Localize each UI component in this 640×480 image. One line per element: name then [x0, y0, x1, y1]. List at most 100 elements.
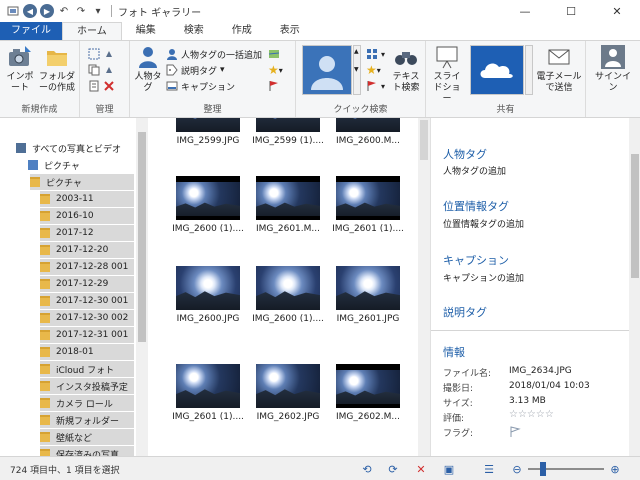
photo-thumbnail[interactable]	[336, 266, 400, 310]
tab-edit[interactable]: 編集	[122, 22, 170, 40]
batch-people-tag-button[interactable]: 人物タグの一括追加	[166, 47, 262, 61]
nav-scrollbar[interactable]	[136, 118, 148, 456]
rotate-left-icon[interactable]	[103, 48, 115, 60]
folder-tree-item[interactable]: カメラ ロール	[40, 395, 134, 411]
maximize-button[interactable]: ☐	[548, 0, 594, 22]
photo-caption[interactable]: IMG_2600.JPG	[168, 314, 248, 324]
folder-tree-item[interactable]: 2017-12-31 001	[40, 327, 134, 343]
photo-thumbnail[interactable]	[336, 364, 400, 408]
folder-tree-item[interactable]: インスタ投稿予定	[40, 378, 134, 394]
geotag-button[interactable]	[268, 47, 283, 61]
rotate-right-icon[interactable]: ⟳	[386, 462, 400, 476]
email-button[interactable]: 電子メールで送信	[536, 44, 582, 94]
copy-icon[interactable]	[88, 64, 100, 76]
photo-thumbnail[interactable]	[256, 176, 320, 220]
photo-thumbnail[interactable]	[176, 364, 240, 408]
photo-caption[interactable]: IMG_2600 (1)....	[168, 224, 248, 234]
caption-button[interactable]: キャプション	[166, 79, 235, 93]
select-all-icon[interactable]	[88, 48, 100, 60]
details-view-icon[interactable]: ☰	[482, 462, 496, 476]
people-tag-button[interactable]: 人物タグ	[134, 44, 162, 94]
back-arrow-icon[interactable]: ◀	[23, 4, 37, 18]
people-tag-add-link[interactable]: 人物タグの追加	[443, 164, 506, 177]
undo-icon[interactable]: ↶	[57, 4, 71, 18]
photo-thumbnail[interactable]	[256, 118, 320, 132]
folder-tree-item[interactable]: 2017-12-20	[40, 242, 134, 258]
photo-caption[interactable]: IMG_2601.JPG	[328, 314, 408, 324]
photo-caption[interactable]: IMG_2600.M...	[328, 136, 408, 146]
text-search-button[interactable]: テキスト検索	[388, 44, 424, 94]
tab-home[interactable]: ホーム	[62, 22, 122, 40]
rating-button[interactable]: ★ ▾	[268, 63, 283, 77]
photo-caption[interactable]: IMG_2601.M...	[248, 224, 328, 234]
details-scroll-thumb[interactable]	[631, 154, 639, 278]
folder-tree-item[interactable]: 2003-11	[40, 191, 134, 207]
slideshow-icon[interactable]: ▣	[442, 462, 456, 476]
folder-tree-item[interactable]: iCloud フォト	[40, 361, 134, 377]
geotag-add-link[interactable]: 位置情報タグの追加	[443, 217, 524, 230]
filter-grid-button[interactable]: ▾	[366, 47, 385, 61]
photo-caption[interactable]: IMG_2602.M...	[328, 412, 408, 422]
photo-thumbnail[interactable]	[256, 364, 320, 408]
properties-icon[interactable]	[88, 80, 100, 92]
new-folder-button[interactable]: フォルダーの作成	[38, 44, 76, 94]
customize-dropdown-icon[interactable]: ▾	[91, 4, 105, 18]
tab-search[interactable]: 検索	[170, 22, 218, 40]
onedrive-tile[interactable]	[470, 45, 524, 95]
description-tag-button[interactable]: 説明タグ ▾	[166, 63, 225, 77]
photo-caption[interactable]: IMG_2599 (1)....	[248, 136, 328, 146]
gallery-scrollbar[interactable]	[418, 118, 430, 456]
photo-thumbnail[interactable]	[336, 176, 400, 220]
close-button[interactable]: ✕	[594, 0, 640, 22]
tab-view[interactable]: 表示	[266, 22, 314, 40]
delete-icon[interactable]	[103, 80, 115, 92]
flag-button[interactable]	[268, 79, 283, 93]
delete-icon[interactable]: ✕	[414, 462, 428, 476]
redo-icon[interactable]: ↷	[74, 4, 88, 18]
photo-caption[interactable]: IMG_2601 (1)....	[328, 224, 408, 234]
photo-caption[interactable]: IMG_2599.JPG	[168, 136, 248, 146]
caption-add-link[interactable]: キャプションの追加	[443, 271, 524, 284]
folder-tree-item[interactable]: 2017-12	[40, 225, 134, 241]
photo-thumbnail[interactable]	[176, 266, 240, 310]
people-filter-tile[interactable]	[302, 45, 352, 95]
filter-rating-button[interactable]: ★ ▾	[366, 63, 381, 77]
nav-scroll-thumb[interactable]	[138, 132, 146, 342]
folder-tree-item[interactable]: すべての写真とビデオ	[16, 140, 121, 156]
photo-thumbnail[interactable]	[176, 176, 240, 220]
folder-tree-item[interactable]: 2017-12-30 002	[40, 310, 134, 326]
people-filter-scroll[interactable]: ▲ ▼	[353, 45, 361, 95]
filter-flag-button[interactable]: ▾	[366, 79, 385, 93]
rotate-right-icon[interactable]	[103, 64, 115, 76]
folder-tree-item[interactable]: 2017-12-29	[40, 276, 134, 292]
gallery-scroll-thumb[interactable]	[420, 120, 428, 160]
details-scrollbar[interactable]	[629, 118, 640, 456]
slideshow-button[interactable]: スライドショー	[430, 44, 464, 105]
folder-tree-item[interactable]: 2016-10	[40, 208, 134, 224]
tab-file[interactable]: ファイル	[0, 22, 62, 40]
photo-caption[interactable]: IMG_2601 (1)....	[168, 412, 248, 422]
folder-tree-item[interactable]: ピクチャ	[30, 174, 134, 190]
forward-arrow-icon[interactable]: ▶	[40, 4, 54, 18]
folder-tree-item[interactable]: 2017-12-30 001	[40, 293, 134, 309]
minimize-button[interactable]: —	[502, 0, 548, 22]
tab-create[interactable]: 作成	[218, 22, 266, 40]
folder-tree-item[interactable]: 2017-12-28 001	[40, 259, 134, 275]
rating-stars[interactable]: ☆☆☆☆☆	[509, 409, 554, 420]
photo-thumbnail[interactable]	[336, 118, 400, 132]
flag-icon[interactable]	[509, 426, 521, 438]
photo-thumbnail[interactable]	[176, 118, 240, 132]
folder-tree-item[interactable]: 2018-01	[40, 344, 134, 360]
signin-button[interactable]: サインイン	[592, 44, 634, 94]
zoom-slider-thumb[interactable]	[540, 462, 546, 476]
import-button[interactable]: インポート	[6, 44, 34, 94]
folder-tree-item[interactable]: 保存済みの写真	[40, 446, 134, 456]
folder-tree-item[interactable]: 新規フォルダー	[40, 412, 134, 428]
rotate-left-icon[interactable]: ⟲	[360, 462, 374, 476]
photo-caption[interactable]: IMG_2600 (1)....	[248, 314, 328, 324]
photo-thumbnail[interactable]	[256, 266, 320, 310]
photo-caption[interactable]: IMG_2602.JPG	[248, 412, 328, 422]
zoom-in-icon[interactable]: ⊕	[608, 462, 622, 476]
share-target-scroll[interactable]	[525, 45, 533, 95]
zoom-out-icon[interactable]: ⊖	[510, 462, 524, 476]
